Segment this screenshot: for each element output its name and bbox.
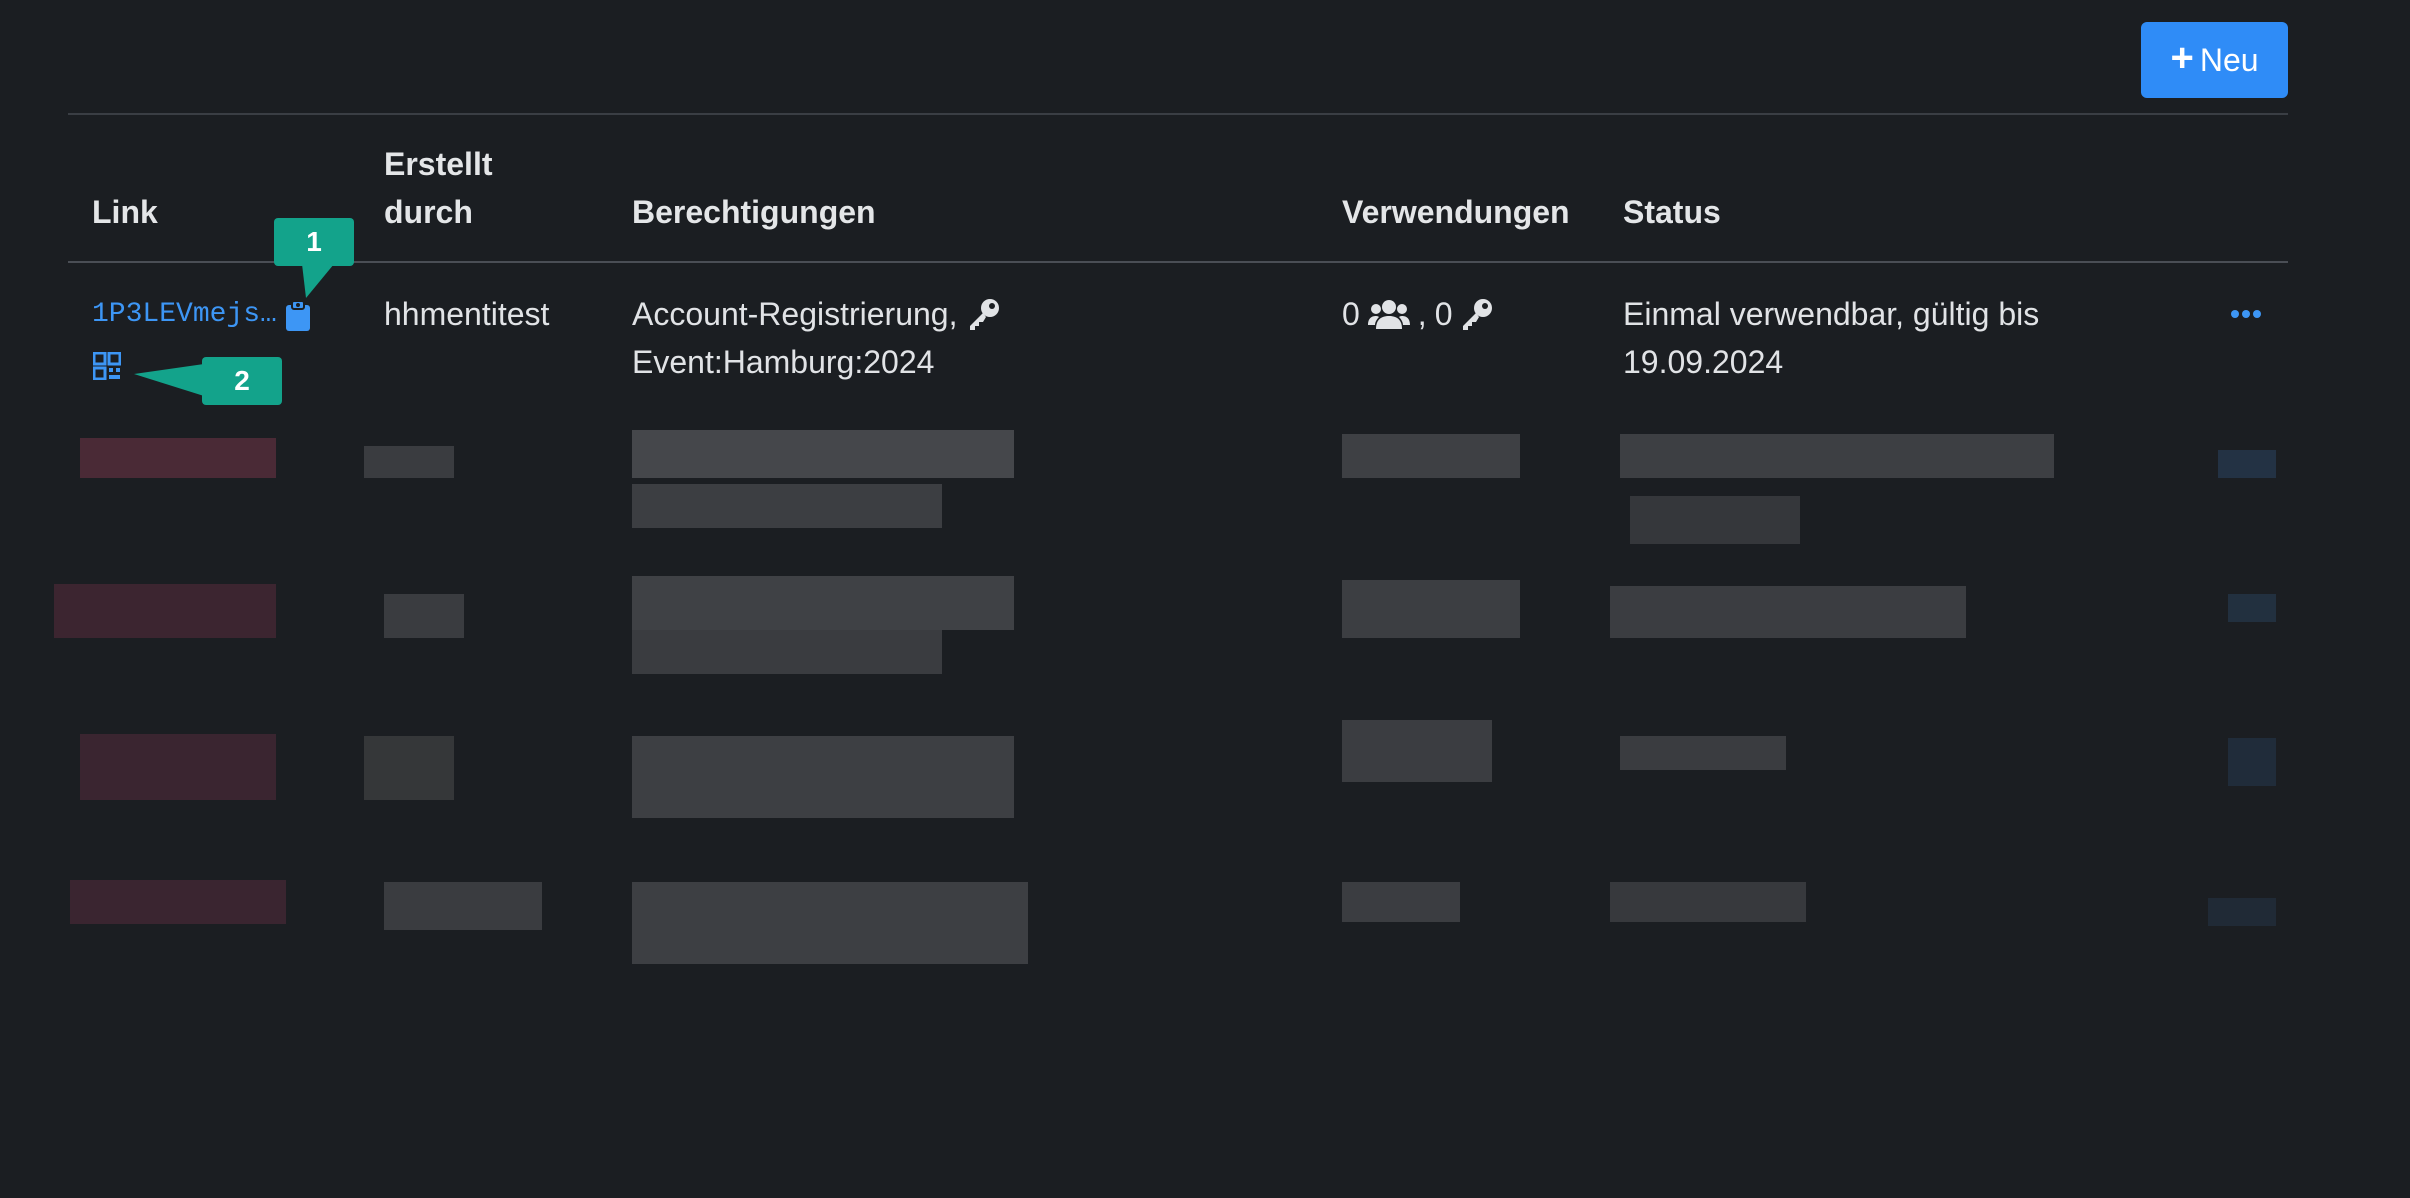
redacted-rows [0,0,2410,1198]
page: + Neu Link Erstellt durch Berechtigungen… [0,0,2410,1198]
